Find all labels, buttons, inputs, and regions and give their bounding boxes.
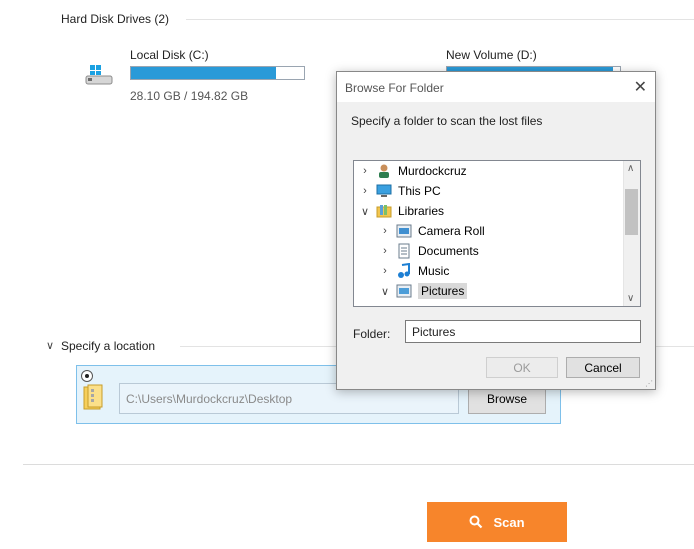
dialog-title: Browse For Folder <box>345 81 444 95</box>
tree-item[interactable]: › Murdockcruz <box>354 161 624 181</box>
tree-scrollbar[interactable]: ∧ ∨ <box>623 161 640 306</box>
chevron-right-icon[interactable]: › <box>358 185 372 197</box>
tree-item-label: Documents <box>418 244 479 258</box>
footer-divider <box>23 464 694 465</box>
hard-disk-section-title: Hard Disk Drives (2) <box>61 12 170 26</box>
search-icon <box>469 515 483 529</box>
folder-input[interactable]: Pictures <box>405 320 641 343</box>
scan-button[interactable]: Scan <box>427 502 567 542</box>
scan-label: Scan <box>493 514 525 530</box>
tree-item[interactable]: ∨ Pictures <box>354 281 624 301</box>
chevron-right-icon[interactable]: › <box>378 225 392 237</box>
tree-item-label: Pictures <box>418 283 468 299</box>
tree-item[interactable]: › Camera Roll <box>354 221 624 241</box>
tree-item-label: This PC <box>398 184 441 198</box>
section-divider <box>186 19 694 20</box>
dialog-titlebar: Browse For Folder ✕ <box>337 72 655 102</box>
location-radio[interactable] <box>81 370 93 382</box>
user-folder-icon <box>376 163 392 179</box>
resize-grip-icon[interactable]: ⋰ <box>645 379 653 388</box>
chevron-down-icon[interactable]: ∨ <box>358 205 372 218</box>
tree-item-label: Libraries <box>398 204 445 218</box>
folder-label: Folder: <box>353 327 391 341</box>
dialog-instruction: Specify a folder to scan the lost files <box>351 114 543 128</box>
scroll-up-icon[interactable]: ∧ <box>627 163 634 174</box>
chevron-down-icon[interactable]: ∨ <box>46 339 54 352</box>
disk-c-name: Local Disk (C:) <box>130 48 209 62</box>
tree-item-label: Music <box>418 264 450 278</box>
ok-button[interactable]: OK <box>486 357 558 378</box>
disk-c-usage-bar <box>130 66 305 80</box>
scroll-thumb[interactable] <box>625 189 638 235</box>
libraries-icon <box>376 203 392 219</box>
tree-item[interactable]: ∨ Libraries <box>354 201 624 221</box>
tree-item[interactable]: › Documents <box>354 241 624 261</box>
browse-for-folder-dialog: Browse For Folder ✕ Specify a folder to … <box>336 71 656 390</box>
chevron-down-icon[interactable]: ∨ <box>378 285 392 298</box>
location-section-title: Specify a location <box>61 339 156 353</box>
close-icon[interactable]: ✕ <box>634 77 647 97</box>
folder-icon <box>82 383 104 411</box>
scroll-down-icon[interactable]: ∨ <box>627 293 634 304</box>
music-icon <box>396 262 412 279</box>
folder-tree[interactable]: › Murdockcruz › This PC ∨ Libraries › Camera Ro… <box>353 160 641 307</box>
camera-roll-icon <box>396 223 412 239</box>
documents-icon <box>396 243 412 259</box>
disk-c-icon <box>84 62 114 88</box>
chevron-right-icon[interactable]: › <box>358 165 372 177</box>
tree-item[interactable]: › This PC <box>354 181 624 201</box>
disk-c-usage-fill <box>131 67 277 79</box>
disk-d-name: New Volume (D:) <box>446 48 537 62</box>
tree-item-label: Camera Roll <box>418 224 485 238</box>
disk-c-size: 28.10 GB / 194.82 GB <box>130 89 249 103</box>
chevron-right-icon[interactable]: › <box>378 265 392 277</box>
tree-item-label: Murdockcruz <box>398 164 467 178</box>
chevron-right-icon[interactable]: › <box>378 245 392 257</box>
pictures-icon <box>396 283 412 299</box>
cancel-button[interactable]: Cancel <box>566 357 640 378</box>
tree-item[interactable]: › Music <box>354 261 624 281</box>
pc-icon <box>376 183 392 199</box>
